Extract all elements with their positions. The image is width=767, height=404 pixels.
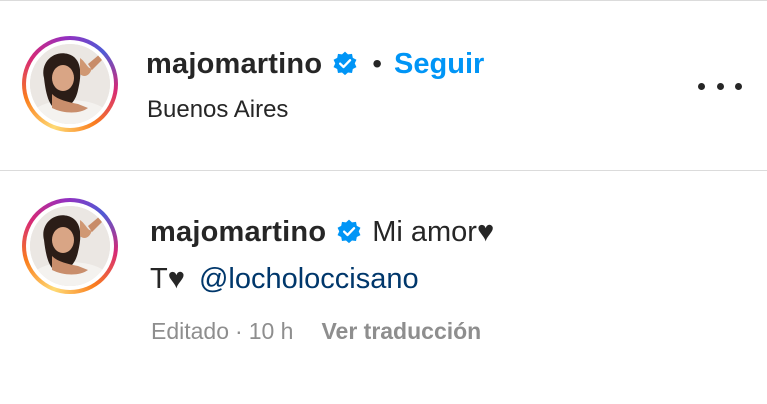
meta-separator: · [235, 317, 243, 344]
avatar-photo [30, 44, 110, 124]
divider [0, 170, 767, 171]
location-link[interactable]: Buenos Aires [147, 96, 288, 124]
follow-button[interactable]: Seguir [394, 48, 484, 81]
comment-username[interactable]: majomartino [150, 216, 326, 249]
more-dot [735, 82, 742, 90]
separator-dot: • [372, 48, 383, 79]
avatar-photo-illustration [30, 44, 110, 124]
post-header: majomartino • Seguir Buenos Aires [0, 0, 767, 170]
verified-badge-icon [337, 219, 361, 244]
caption-text: T♥ [150, 262, 185, 295]
more-dot [716, 82, 724, 90]
header-title-row: majomartino • Seguir [146, 44, 484, 84]
caption-second-line: T♥ @locholoccisano [150, 259, 419, 299]
username[interactable]: majomartino [146, 48, 322, 81]
caption-text: Mi amor♥ [372, 215, 495, 248]
timestamp[interactable]: 10 h [249, 318, 294, 345]
more-dot [698, 82, 705, 90]
verified-badge-icon [333, 51, 357, 76]
avatar-photo [30, 206, 110, 286]
avatar-photo-illustration [30, 206, 110, 286]
avatar[interactable] [22, 36, 118, 132]
caption-first-line: majomartino Mi amor♥ [150, 212, 494, 252]
edited-label: Editado [151, 317, 230, 344]
see-translation-button[interactable]: Ver traducción [321, 318, 481, 345]
mention-link[interactable]: @locholoccisano [199, 263, 419, 296]
avatar[interactable] [22, 198, 118, 294]
more-options-icon[interactable] [698, 72, 742, 100]
comment-meta: Editado · 10 h Ver traducción [151, 314, 481, 348]
